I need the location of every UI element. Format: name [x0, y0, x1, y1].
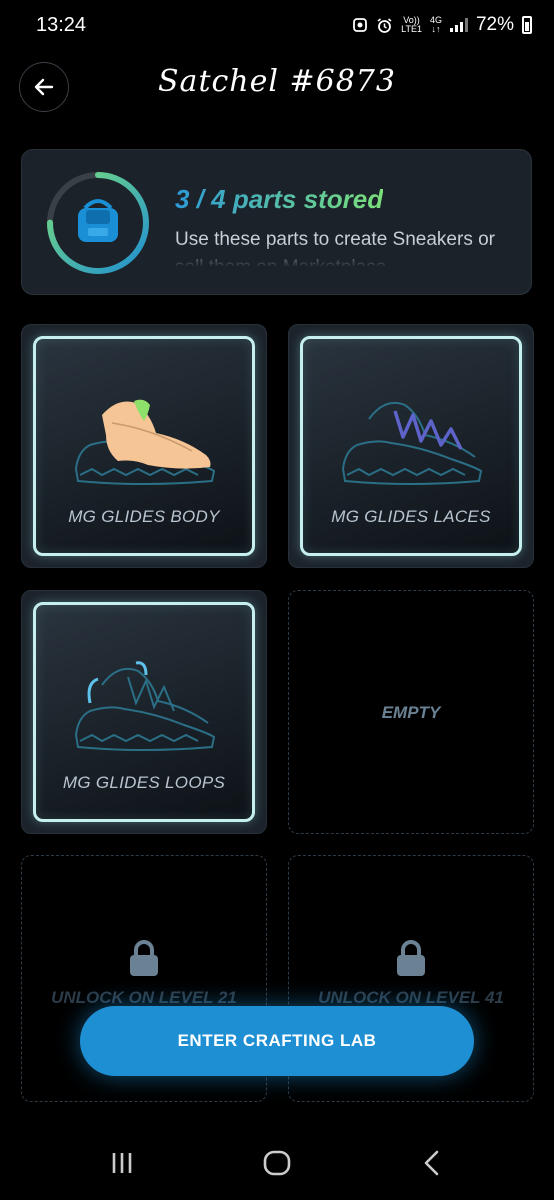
status-time: 13:24	[36, 14, 87, 36]
lock-icon	[397, 940, 425, 976]
storage-progress-ring	[47, 172, 149, 274]
part-card: MG GLIDES LOOPS	[33, 602, 255, 822]
screenshot-icon	[353, 18, 368, 32]
unlock-level-label: UNLOCK ON LEVEL 21	[51, 988, 237, 1007]
part-card: MG GLIDES LACES	[300, 336, 522, 556]
recents-button[interactable]	[102, 1145, 142, 1181]
alarm-icon	[377, 17, 392, 33]
battery-percent: 72%	[475, 14, 514, 35]
sneaker-body-icon	[74, 399, 216, 485]
system-back-button[interactable]	[412, 1145, 452, 1181]
home-button[interactable]	[257, 1145, 297, 1181]
part-label: MG GLIDES LOOPS	[62, 773, 226, 792]
storage-summary-card: 3 / 4 parts stored Use these parts to cr…	[21, 149, 532, 295]
network-type: 4G ↓↑	[429, 15, 442, 34]
volte-indicator: Vo)) LTE1	[401, 15, 422, 34]
status-icons: Vo)) LTE1 4G ↓↑ 72%	[352, 14, 532, 36]
part-slot-laces[interactable]: MG GLIDES LACES	[288, 324, 534, 568]
back-chevron-icon	[424, 1150, 439, 1176]
part-slot-loops[interactable]: MG GLIDES LOOPS	[21, 590, 267, 834]
part-card: MG GLIDES BODY	[33, 336, 255, 556]
enter-crafting-lab-button[interactable]: ENTER CRAFTING LAB	[80, 1006, 474, 1076]
system-navbar	[0, 1125, 554, 1200]
home-icon	[263, 1150, 291, 1176]
part-slot-empty[interactable]: EMPTY	[288, 590, 534, 834]
sneaker-laces-icon	[341, 401, 483, 485]
part-slot-body[interactable]: MG GLIDES BODY	[21, 324, 267, 568]
storage-title: 3 / 4 parts stored	[175, 184, 384, 214]
part-label: MG GLIDES LACES	[331, 507, 491, 526]
satchel-icon	[78, 199, 118, 242]
sneaker-loops-icon	[74, 661, 216, 751]
status-bar: 13:24 Vo)) LTE1 4G ↓↑ 72%	[0, 0, 554, 56]
signal-icon	[449, 18, 468, 32]
recents-icon	[112, 1153, 132, 1173]
empty-label: EMPTY	[381, 703, 441, 722]
unlock-level-label: UNLOCK ON LEVEL 41	[318, 988, 504, 1007]
description-fade	[172, 242, 522, 268]
page-title: Satchel #6873	[158, 64, 396, 99]
part-label: MG GLIDES BODY	[68, 507, 220, 526]
battery-icon	[522, 16, 532, 34]
lock-icon	[130, 940, 158, 976]
